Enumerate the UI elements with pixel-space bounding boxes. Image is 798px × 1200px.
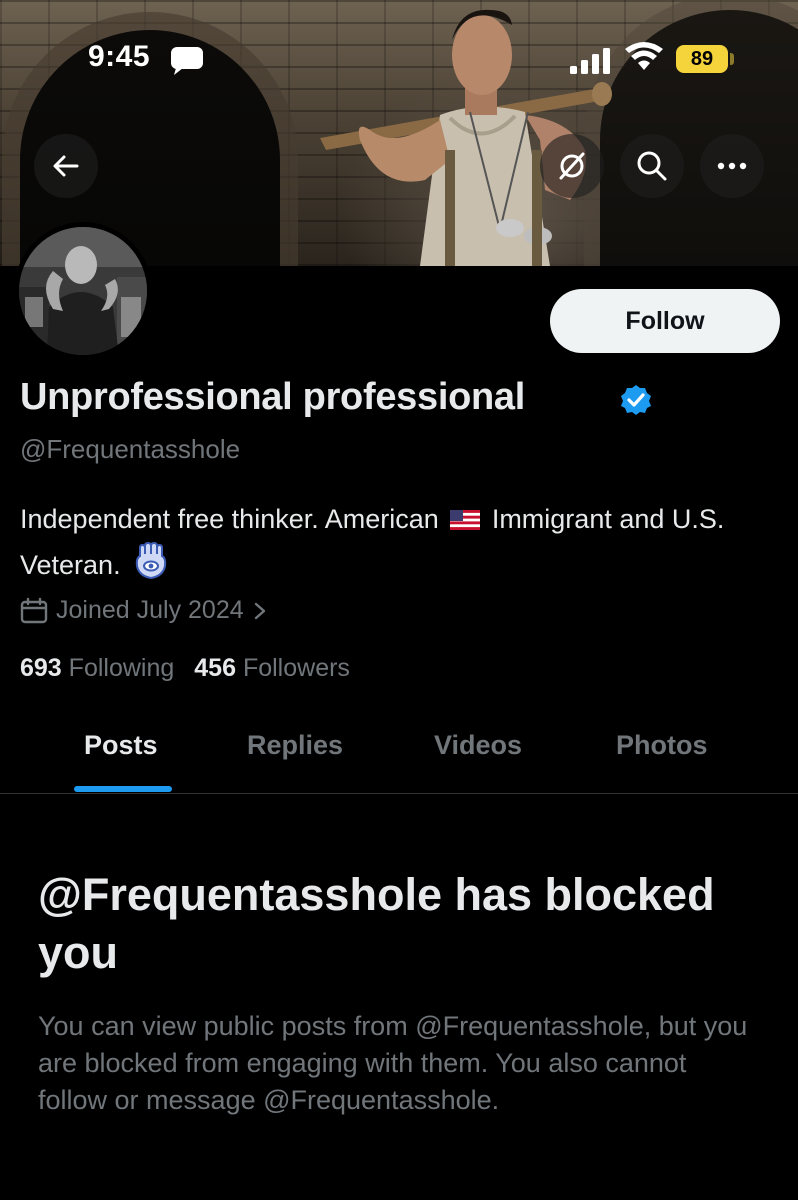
following-link[interactable]: 693 Following: [20, 654, 174, 683]
hamsa-icon: [134, 541, 168, 592]
calendar-icon: [20, 597, 48, 623]
tab-photos[interactable]: Photos: [616, 730, 708, 761]
avatar[interactable]: [14, 222, 152, 360]
following-label: Following: [68, 654, 175, 682]
profile-bio: Independent free thinker. American Immig…: [20, 498, 780, 592]
blocked-description: You can view public posts from @Frequent…: [38, 1011, 748, 1115]
active-tab-indicator: [74, 786, 172, 792]
profile-page: 9:45 89 Follow Unprofessional profession…: [0, 0, 798, 1200]
battery-tip: [730, 53, 734, 65]
followers-link[interactable]: 456 Followers: [194, 654, 350, 683]
more-icon: [717, 162, 747, 170]
profile-display-name: Unprofessional professional: [20, 376, 525, 418]
grok-button[interactable]: [540, 134, 604, 198]
status-time: 9:45: [88, 40, 151, 73]
profile-tabs: Posts Replies Videos Photos: [0, 712, 798, 794]
joined-date-row[interactable]: Joined July 2024: [20, 596, 268, 625]
tab-replies[interactable]: Replies: [247, 730, 343, 761]
profile-handle: @Frequentasshole: [20, 434, 241, 464]
battery-icon: 89: [676, 45, 728, 73]
back-button[interactable]: [34, 134, 98, 198]
search-button[interactable]: [620, 134, 684, 198]
chevron-right-icon: [254, 602, 265, 619]
verified-badge-icon[interactable]: [620, 384, 652, 421]
followers-label: Followers: [242, 654, 350, 682]
us-flag-icon: [450, 500, 481, 542]
search-icon: [637, 151, 667, 181]
bio-text-part1: Independent free thinker. American: [20, 504, 439, 534]
blocked-title: @Frequentasshole has blocked you: [38, 869, 715, 978]
joined-date-text: Joined July 2024: [56, 596, 244, 624]
tab-videos[interactable]: Videos: [434, 730, 522, 761]
wifi-icon: [624, 42, 664, 77]
message-icon: [170, 46, 204, 81]
grok-icon: [559, 152, 585, 180]
tab-posts[interactable]: Posts: [84, 730, 158, 761]
follow-stats: 693 Following 456 Followers: [20, 654, 350, 683]
back-arrow-icon: [53, 155, 79, 177]
status-bar: 9:45 89: [0, 0, 798, 110]
followers-count: 456: [194, 654, 236, 682]
more-button[interactable]: [700, 134, 764, 198]
follow-button[interactable]: Follow: [550, 289, 780, 353]
avatar-image: [19, 227, 147, 355]
following-count: 693: [20, 654, 62, 682]
signal-icon: [570, 48, 614, 79]
